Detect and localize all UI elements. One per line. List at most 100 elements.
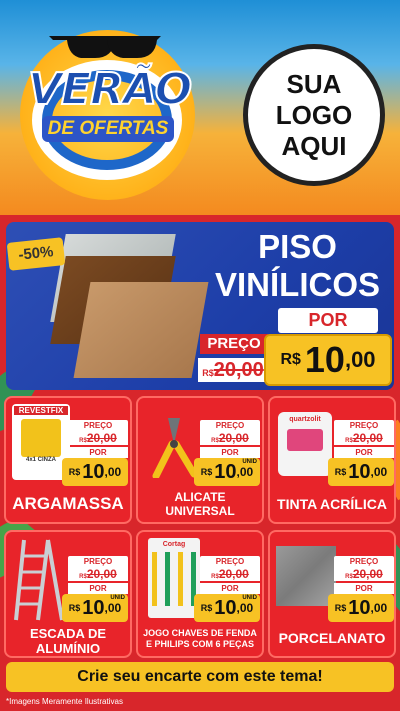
logo-placeholder: SUA LOGO AQUI: [243, 44, 385, 186]
product-card-escada[interactable]: PREÇO R$20,00 POR R$ 10,00 UNID ESCADA DE …: [4, 530, 132, 658]
currency: R$: [211, 574, 219, 580]
product-name: ESCADA DE ALUMÍNIO: [6, 626, 130, 656]
old-price: R$20,00: [198, 358, 268, 382]
por-label: POR: [278, 308, 378, 333]
featured-title: PISO VINÍLICOS: [205, 228, 390, 304]
old-price-value: 20,00: [86, 431, 117, 445]
currency: R$: [79, 438, 87, 444]
currency: R$: [280, 351, 301, 368]
new-price-int: 10: [214, 596, 237, 619]
currency: R$: [200, 467, 213, 477]
currency: R$: [68, 467, 81, 477]
old-price: R$20,00: [334, 567, 394, 581]
new-price: R$ 10 ,00: [264, 334, 392, 386]
old-price-value: 20,00: [213, 359, 264, 381]
por-label: POR: [200, 583, 260, 594]
old-price-value: 20,00: [218, 431, 249, 445]
old-price: R$20,00: [200, 431, 260, 445]
preco-label: PREÇO: [200, 334, 268, 354]
ladder-icon: [14, 539, 64, 621]
product-name: TINTA ACRÍLICA: [277, 496, 387, 512]
currency: R$: [345, 574, 353, 580]
product-name: JOGO CHAVES DE FENDA E PHILIPS COM 6 PEÇ…: [138, 628, 262, 650]
featured-title-line: VINÍLICOS: [214, 266, 381, 303]
currency: R$: [334, 467, 347, 477]
unit-label: UNID: [242, 459, 257, 465]
new-price-dec: ,00: [344, 347, 376, 372]
product-name-line: ALICATE: [174, 490, 226, 504]
new-price-int: 10: [348, 596, 371, 619]
old-price-value: 20,00: [352, 567, 383, 581]
new-price: R$ 10,00: [328, 594, 394, 622]
product-name-line: ESCADA DE: [29, 626, 107, 641]
por-label: POR: [200, 447, 260, 458]
header-banner: VERÃO DE OFERTAS SUA LOGO AQUI: [0, 0, 400, 215]
price-box: PREÇO R$20,00 POR R$ 10,00 UNID: [62, 556, 128, 622]
currency: R$: [334, 603, 347, 613]
product-name: ALICATE UNIVERSAL: [138, 490, 262, 518]
currency: R$: [79, 574, 87, 580]
header-title: VERÃO: [27, 63, 193, 116]
unit-label: UNID: [242, 595, 257, 601]
unit-label: UNID: [110, 595, 125, 601]
product-name-line: ALUMÍNIO: [35, 641, 101, 656]
old-price-value: 20,00: [352, 431, 383, 445]
logo-line: LOGO: [275, 99, 353, 130]
header-subtitle: DE OFERTAS: [42, 116, 174, 142]
old-price: R$20,00: [68, 431, 128, 445]
product-card-tinta[interactable]: quartzolit PREÇO R$20,00 POR R$ 10,00 TIN…: [268, 396, 396, 524]
new-price-dec: ,00: [236, 601, 254, 615]
preco-label: PREÇO: [68, 420, 128, 431]
preco-label: PREÇO: [334, 420, 394, 431]
price-box: PREÇO R$20,00 POR R$ 10,00: [62, 420, 128, 486]
new-price-int: 10: [348, 460, 371, 483]
old-price-value: 20,00: [86, 567, 117, 581]
new-price: R$ 10,00 UNID: [194, 594, 260, 622]
footnote: *Imagens Meramente Ilustrativas: [6, 697, 123, 706]
logo-line: AQUI: [281, 130, 347, 161]
price-box: PREÇO R$20,00 POR R$ 10,00: [328, 420, 394, 486]
por-label: POR: [334, 447, 394, 458]
brand-label: quartzolit: [289, 416, 321, 423]
screwdriver-set-image: Cortag: [148, 538, 200, 618]
logo-line: SUA: [286, 68, 342, 99]
product-card-porcelanato[interactable]: PREÇO R$20,00 POR R$ 10,00 PORCELANATO: [268, 530, 396, 658]
product-name-line: UNIVERSAL: [165, 504, 235, 518]
currency: R$: [200, 603, 213, 613]
new-price: R$ 10,00: [328, 458, 394, 486]
product-name-line: E PHILIPS COM 6 PEÇAS: [145, 639, 255, 649]
preco-label: PREÇO: [200, 420, 260, 431]
price-box: PREÇO R$20,00 POR R$ 10,00 UNID: [194, 556, 260, 622]
por-label: POR: [68, 583, 128, 594]
discount-badge: -50%: [6, 237, 66, 271]
preco-label: PREÇO: [334, 556, 394, 567]
featured-title-line: PISO: [258, 228, 337, 265]
old-price: R$20,00: [334, 431, 394, 445]
product-name: PORCELANATO: [278, 630, 386, 646]
currency: R$: [211, 438, 219, 444]
new-price-dec: ,00: [104, 465, 122, 479]
sunglasses-icon: [49, 36, 161, 58]
old-price: R$20,00: [68, 567, 128, 581]
currency: R$: [202, 368, 214, 378]
por-label: POR: [334, 583, 394, 594]
new-price-dec: ,00: [370, 465, 388, 479]
new-price-int: 10: [214, 460, 237, 483]
brand-label: REVESTFIX: [14, 406, 68, 415]
preco-label: PREÇO: [68, 556, 128, 567]
product-card-alicate[interactable]: PREÇO R$20,00 POR R$ 10,00 UNID ALICATE UN…: [136, 396, 264, 524]
new-price: R$ 10,00 UNID: [62, 594, 128, 622]
cta-button[interactable]: Crie seu encarte com este tema!: [6, 662, 394, 692]
paint-bucket-image: quartzolit: [278, 412, 332, 476]
floor-sample-light: [73, 282, 209, 378]
new-price-int: 10: [82, 596, 105, 619]
product-name: ARGAMASSA: [12, 494, 124, 513]
new-price: R$ 10,00: [62, 458, 128, 486]
new-price-int: 10: [82, 460, 105, 483]
product-card-chaves[interactable]: Cortag PREÇO R$20,00 POR R$ 10,00 UNID JOG…: [136, 530, 264, 658]
product-card-argamassa[interactable]: REVESTFIX 4x1 CINZA PREÇO R$20,00 POR R$…: [4, 396, 132, 524]
porcelain-tile-image: [276, 546, 336, 606]
price-box: PREÇO R$20,00 POR R$ 10,00: [328, 556, 394, 622]
por-label: POR: [68, 447, 128, 458]
new-price-dec: ,00: [236, 465, 254, 479]
